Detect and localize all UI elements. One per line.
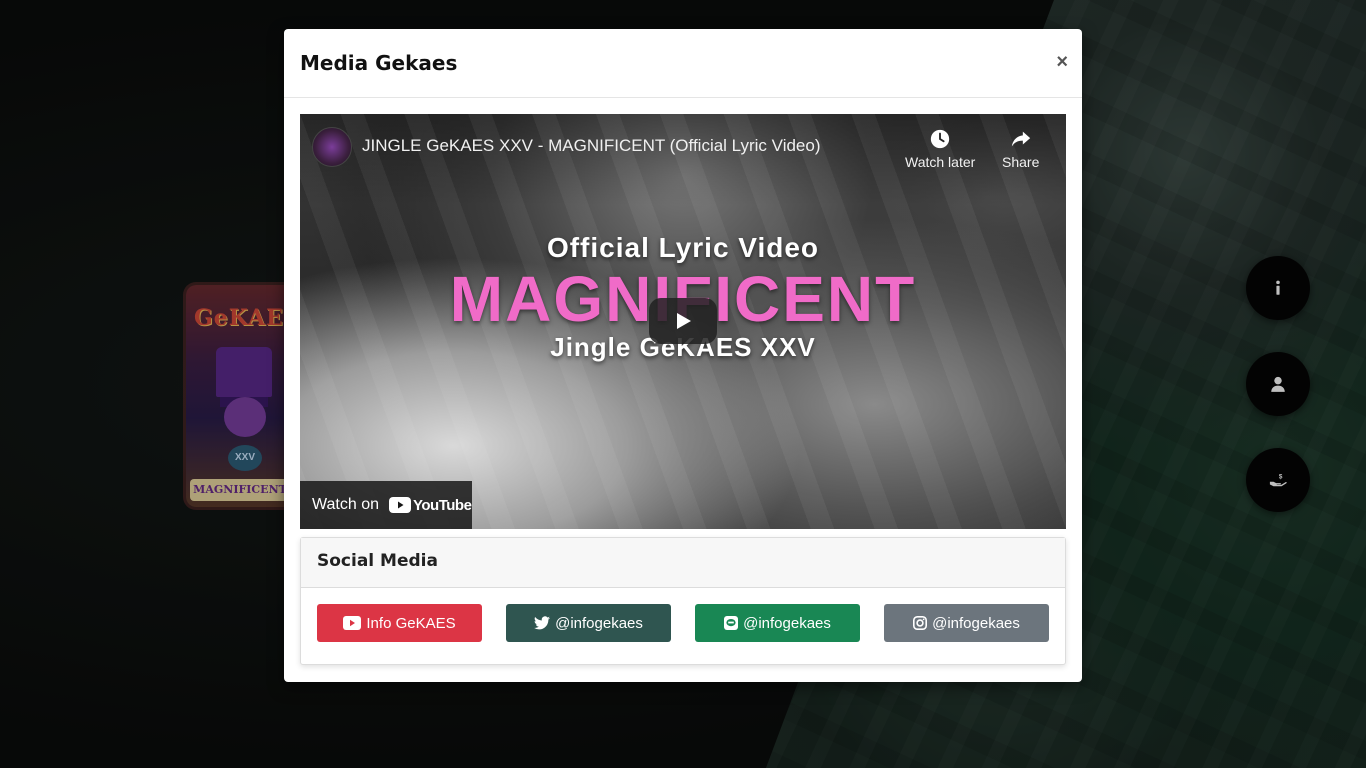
share-label: Share xyxy=(1002,154,1040,170)
share-button[interactable]: Share xyxy=(1002,128,1039,170)
youtube-icon xyxy=(343,616,362,630)
poster-hat-graphic xyxy=(216,347,272,397)
info-button[interactable] xyxy=(1246,256,1310,320)
donate-hand-icon: $ xyxy=(1269,474,1287,487)
play-button[interactable] xyxy=(649,298,717,344)
play-icon xyxy=(677,313,691,329)
watch-on-label: Watch on xyxy=(312,496,379,513)
profile-button[interactable] xyxy=(1246,352,1310,416)
modal-title: Media Gekaes xyxy=(300,51,458,75)
youtube-video-embed[interactable]: JINGLE GeKAES XXV - MAGNIFICENT (Officia… xyxy=(300,114,1066,529)
share-icon xyxy=(1011,131,1030,147)
poster-banner: MAGNIFICENT xyxy=(190,479,290,501)
youtube-link-label: Info GeKAES xyxy=(366,614,456,632)
twitter-link-button[interactable]: @infogekaes xyxy=(506,604,671,642)
social-media-card: Social Media Info GeKAES @infogekaes @in… xyxy=(300,537,1066,665)
thumbnail-subtitle: Official Lyric Video xyxy=(546,232,820,263)
watch-on-youtube-button[interactable]: Watch on YouTube xyxy=(300,481,472,529)
poster-badge: XXV xyxy=(228,445,262,471)
line-link-label: @infogekaes xyxy=(743,614,831,632)
video-title[interactable]: JINGLE GeKAES XXV - MAGNIFICENT (Officia… xyxy=(362,136,821,156)
poster-title: GeKAES xyxy=(194,305,296,331)
svg-text:$: $ xyxy=(1279,474,1283,481)
channel-avatar[interactable] xyxy=(312,127,352,167)
youtube-icon xyxy=(389,497,411,513)
watch-later-label: Watch later xyxy=(905,154,976,170)
youtube-logo: YouTube xyxy=(389,496,472,514)
twitter-link-label: @infogekaes xyxy=(555,614,643,632)
twitter-icon xyxy=(534,616,551,630)
line-link-button[interactable]: @infogekaes xyxy=(695,604,860,642)
instagram-icon xyxy=(913,616,928,630)
user-icon xyxy=(1271,376,1285,392)
close-button[interactable]: × xyxy=(1056,51,1068,74)
social-media-title: Social Media xyxy=(317,551,438,571)
media-modal: Media Gekaes × JINGLE GeKAES XXV - MAGNI… xyxy=(284,29,1082,682)
poster-mask-graphic xyxy=(224,397,266,437)
modal-header: Media Gekaes × xyxy=(284,29,1082,98)
watch-later-button[interactable]: Watch later xyxy=(905,128,975,170)
youtube-logo-text: YouTube xyxy=(413,496,472,514)
clock-icon xyxy=(930,129,950,149)
page: GeKAES XXV MAGNIFICENT $ Media Gekaes × xyxy=(0,0,1366,768)
instagram-link-label: @infogekaes xyxy=(932,614,1020,632)
youtube-link-button[interactable]: Info GeKAES xyxy=(317,604,482,642)
donate-button[interactable]: $ xyxy=(1246,448,1310,512)
instagram-link-button[interactable]: @infogekaes xyxy=(884,604,1049,642)
gekaes-poster-image: GeKAES XXV MAGNIFICENT xyxy=(186,285,296,507)
line-icon xyxy=(724,616,739,630)
info-icon xyxy=(1276,280,1280,295)
social-media-header: Social Media xyxy=(301,538,1065,588)
